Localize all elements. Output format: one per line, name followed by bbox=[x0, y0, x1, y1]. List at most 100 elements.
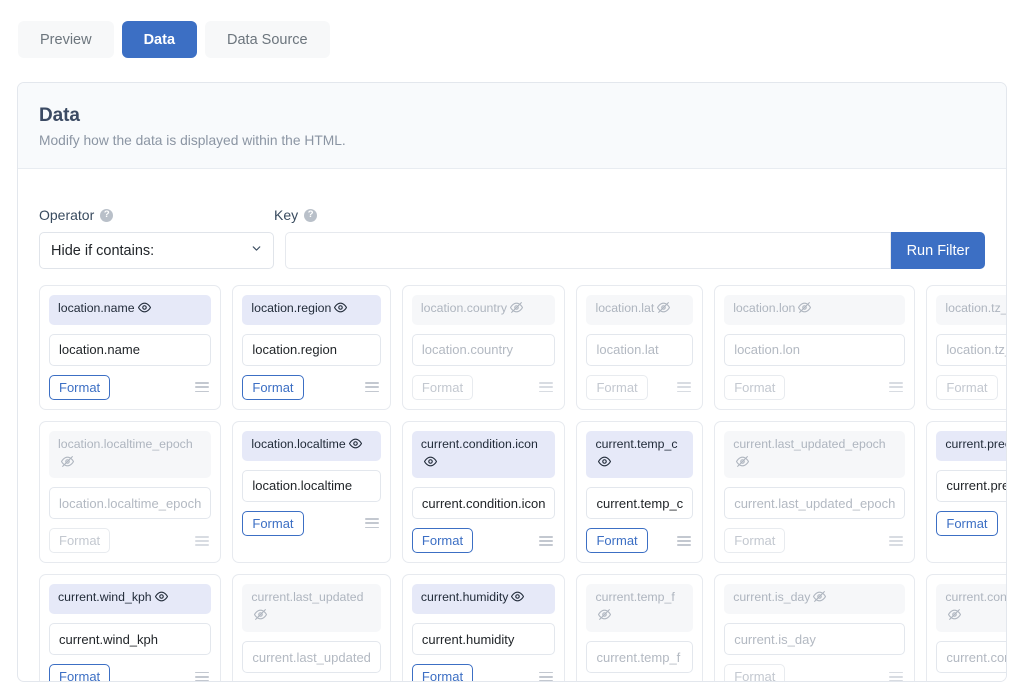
field-value-input[interactable]: location.localtime_epoch bbox=[49, 487, 212, 520]
field-card: location.lon location.lon Format bbox=[714, 285, 916, 410]
field-key-label: location.country bbox=[420, 301, 508, 315]
eye-off-icon[interactable] bbox=[657, 301, 671, 320]
field-key-badge[interactable]: location.lat bbox=[586, 295, 694, 325]
format-button[interactable]: Format bbox=[411, 528, 474, 554]
format-button[interactable]: Format bbox=[411, 374, 474, 400]
field-key-badge[interactable]: location.tz_id bbox=[936, 295, 1006, 325]
key-help-icon[interactable]: ? bbox=[304, 208, 318, 222]
drag-handle-icon[interactable] bbox=[675, 534, 693, 548]
eye-icon[interactable] bbox=[154, 590, 168, 609]
field-key-badge[interactable]: location.localtime bbox=[242, 430, 381, 461]
field-value-input[interactable]: current.humidity bbox=[411, 623, 556, 656]
format-button[interactable]: Format bbox=[49, 664, 111, 681]
drag-handle-icon[interactable] bbox=[537, 534, 555, 548]
drag-handle-icon[interactable] bbox=[363, 516, 381, 530]
tab-data-source[interactable]: Data Source bbox=[205, 21, 330, 58]
field-key-badge[interactable]: location.name bbox=[49, 295, 212, 325]
eye-off-icon[interactable] bbox=[813, 590, 827, 609]
field-card-footer: Format bbox=[49, 664, 211, 681]
eye-icon[interactable] bbox=[511, 590, 525, 609]
field-value-input[interactable]: current.last_updated_epoch bbox=[724, 487, 906, 520]
drag-handle-icon[interactable] bbox=[675, 380, 693, 394]
field-key-badge[interactable]: location.lon bbox=[724, 295, 906, 325]
field-key-label: location.region bbox=[251, 301, 332, 315]
field-key-badge[interactable]: current.last_updated_epoch bbox=[724, 430, 906, 479]
eye-icon[interactable] bbox=[598, 455, 612, 474]
eye-icon[interactable] bbox=[137, 301, 151, 320]
field-key-badge[interactable]: current.precip_mm bbox=[936, 430, 1006, 461]
field-key-badge[interactable]: location.country bbox=[411, 295, 556, 325]
eye-off-icon[interactable] bbox=[598, 608, 612, 627]
format-button[interactable]: Format bbox=[724, 664, 786, 681]
field-card: current.humidity current.humidity Format bbox=[401, 574, 566, 681]
format-button[interactable]: Format bbox=[724, 528, 786, 554]
field-value-input[interactable]: location.name bbox=[49, 333, 212, 366]
run-filter-button[interactable]: Run Filter bbox=[891, 232, 985, 269]
drag-handle-icon[interactable] bbox=[193, 670, 211, 681]
field-value-input[interactable]: current.temp_c bbox=[586, 487, 694, 520]
format-button[interactable]: Format bbox=[586, 528, 648, 554]
eye-icon[interactable] bbox=[423, 455, 437, 474]
field-value-input[interactable]: location.lon bbox=[724, 333, 906, 366]
eye-icon[interactable] bbox=[334, 301, 348, 320]
format-button[interactable]: Format bbox=[49, 528, 111, 554]
field-key-badge[interactable]: current.temp_c bbox=[586, 430, 694, 479]
field-key-label: current.temp_c bbox=[595, 436, 678, 451]
format-button[interactable]: Format bbox=[242, 510, 304, 536]
drag-handle-icon[interactable] bbox=[537, 670, 555, 681]
drag-handle-icon[interactable] bbox=[193, 380, 211, 394]
field-key-badge[interactable]: location.localtime_epoch bbox=[49, 430, 212, 479]
field-key-badge[interactable]: current.is_day bbox=[724, 584, 906, 615]
field-card-footer: Format bbox=[411, 664, 556, 681]
field-value-input[interactable]: location.localtime bbox=[242, 469, 381, 502]
eye-off-icon[interactable] bbox=[61, 455, 74, 474]
field-key-badge[interactable]: current.condition.icon bbox=[411, 430, 556, 479]
drag-handle-icon[interactable] bbox=[537, 380, 555, 394]
format-button[interactable]: Format bbox=[242, 374, 304, 400]
field-value-input[interactable]: current.is_day bbox=[724, 623, 906, 656]
field-card: current.last_updated_epoch current.last_u… bbox=[714, 420, 916, 564]
field-key-badge[interactable]: current.wind_kph bbox=[49, 584, 212, 615]
eye-off-icon[interactable] bbox=[948, 608, 962, 627]
drag-handle-icon[interactable] bbox=[887, 670, 905, 681]
drag-handle-icon[interactable] bbox=[887, 534, 905, 548]
format-button[interactable]: Format bbox=[936, 510, 998, 536]
drag-handle-icon[interactable] bbox=[193, 534, 211, 548]
format-button[interactable]: Format bbox=[724, 374, 786, 400]
panel-header: Data Modify how the data is displayed wi… bbox=[18, 83, 1006, 169]
eye-off-icon[interactable] bbox=[798, 301, 812, 320]
drag-handle-icon[interactable] bbox=[363, 380, 381, 394]
field-key-label: current.wind_kph bbox=[58, 590, 152, 605]
eye-off-icon[interactable] bbox=[254, 608, 268, 627]
field-value-input[interactable]: current.condition.text bbox=[936, 641, 1006, 674]
field-value-input[interactable]: location.lat bbox=[586, 333, 694, 366]
field-card-footer: Format bbox=[724, 374, 905, 400]
operator-select[interactable]: Hide if contains: bbox=[39, 232, 274, 269]
format-button[interactable]: Format bbox=[411, 664, 474, 681]
format-button[interactable]: Format bbox=[936, 374, 998, 400]
field-card: current.last_updated current.last_updated… bbox=[232, 574, 391, 681]
field-key-badge[interactable]: current.humidity bbox=[411, 584, 556, 615]
format-button[interactable]: Format bbox=[586, 374, 648, 400]
field-value-input[interactable]: current.precip_mm bbox=[936, 469, 1006, 502]
field-value-input[interactable]: current.temp_f bbox=[586, 641, 694, 674]
field-value-input[interactable]: current.condition.icon bbox=[411, 487, 556, 520]
field-card: location.localtime location.localtime Form… bbox=[232, 420, 391, 564]
panel-body: Operator ? Key ? Hide if contains: Run F… bbox=[18, 207, 1006, 681]
key-input[interactable] bbox=[285, 232, 891, 269]
format-button[interactable]: Format bbox=[49, 374, 111, 400]
eye-icon[interactable] bbox=[348, 437, 362, 456]
field-value-input[interactable]: location.country bbox=[411, 333, 556, 366]
field-key-badge[interactable]: location.region bbox=[242, 295, 381, 325]
field-value-input[interactable]: location.tz_id bbox=[936, 333, 1006, 366]
drag-handle-icon[interactable] bbox=[887, 380, 905, 394]
eye-off-icon[interactable] bbox=[736, 455, 750, 474]
operator-help-icon[interactable]: ? bbox=[100, 208, 114, 222]
view-tabs: Preview Data Data Source bbox=[18, 21, 330, 58]
field-value-input[interactable]: current.last_updated bbox=[242, 641, 381, 674]
tab-preview[interactable]: Preview bbox=[18, 21, 114, 58]
field-value-input[interactable]: location.region bbox=[242, 333, 381, 366]
eye-off-icon[interactable] bbox=[510, 301, 524, 320]
field-value-input[interactable]: current.wind_kph bbox=[49, 623, 212, 656]
tab-data[interactable]: Data bbox=[121, 21, 198, 58]
